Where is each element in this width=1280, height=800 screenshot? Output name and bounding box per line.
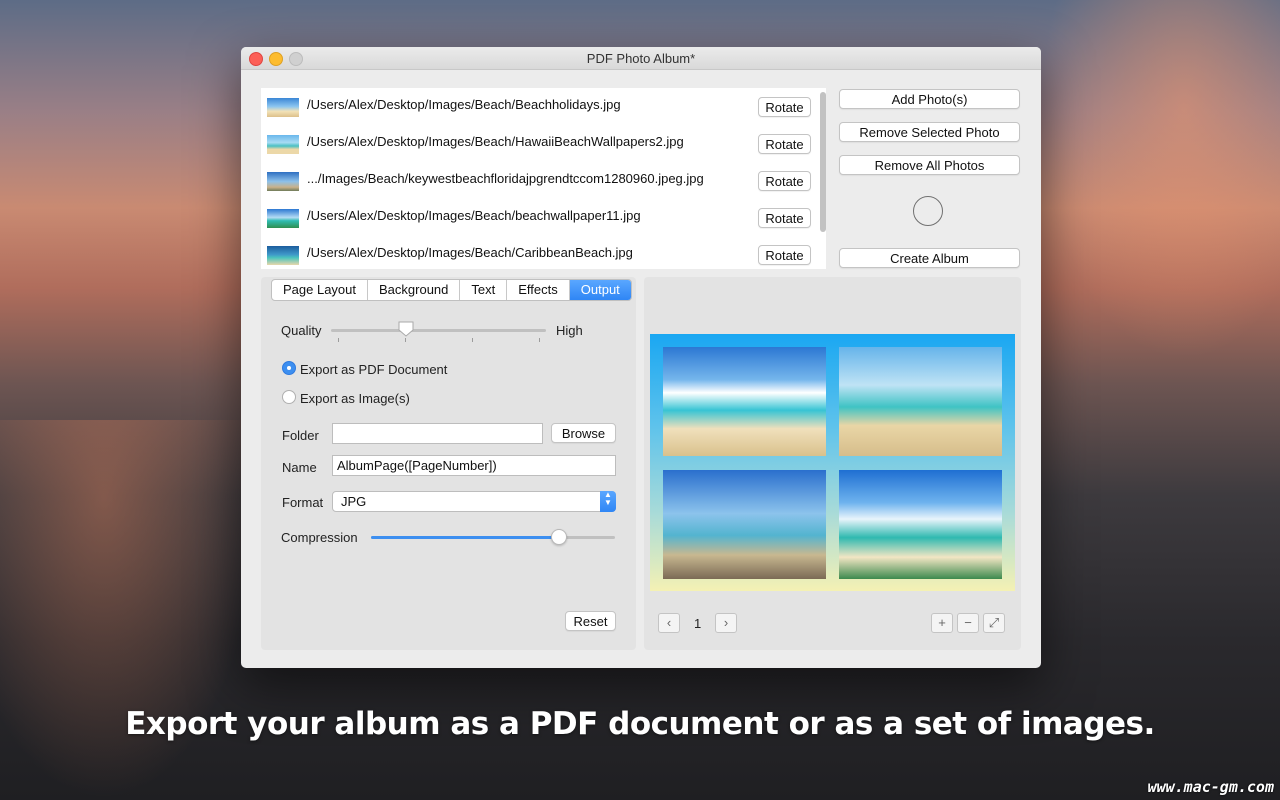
photo-path: /Users/Alex/Desktop/Images/Beach/HawaiiB… xyxy=(307,134,684,149)
photo-list-scrollbar[interactable] xyxy=(820,92,826,232)
photo-row[interactable]: /Users/Alex/Desktop/Images/Beach/Beachho… xyxy=(261,88,826,125)
album-page-preview xyxy=(650,334,1015,591)
reset-button[interactable]: Reset xyxy=(565,611,616,631)
quality-tick xyxy=(539,338,540,342)
export-pdf-radio[interactable] xyxy=(282,361,296,375)
chevron-updown-icon: ▲ ▼ xyxy=(600,491,616,512)
format-select-value: JPG xyxy=(341,494,367,509)
quality-tick xyxy=(405,338,406,342)
name-label: Name xyxy=(282,460,317,475)
folder-input[interactable] xyxy=(332,423,543,444)
photo-path: .../Images/Beach/keywestbeachfloridajpgr… xyxy=(307,171,704,186)
marketing-caption: Export your album as a PDF document or a… xyxy=(125,706,1155,742)
minus-icon[interactable]: − xyxy=(957,613,979,633)
remove-selected-photo-button[interactable]: Remove Selected Photo xyxy=(839,122,1020,142)
create-album-button[interactable]: Create Album xyxy=(839,248,1020,268)
rotate-button[interactable]: Rotate xyxy=(758,245,811,265)
options-tabs: Page Layout Background Text Effects Outp… xyxy=(271,279,632,301)
remove-all-photos-button[interactable]: Remove All Photos xyxy=(839,155,1020,175)
preview-photo xyxy=(663,347,826,456)
quality-tick xyxy=(338,338,339,342)
tab-page-layout[interactable]: Page Layout xyxy=(272,280,369,300)
quality-slider[interactable] xyxy=(331,329,546,332)
photo-path: /Users/Alex/Desktop/Images/Beach/beachwa… xyxy=(307,208,641,223)
chevron-left-icon[interactable]: ‹ xyxy=(658,613,680,633)
photo-row[interactable]: /Users/Alex/Desktop/Images/Beach/HawaiiB… xyxy=(261,125,826,162)
name-input[interactable]: AlbumPage([PageNumber]) xyxy=(332,455,616,476)
quality-slider-knob[interactable] xyxy=(398,321,414,337)
photo-row[interactable]: .../Images/Beach/keywestbeachfloridajpgr… xyxy=(261,162,826,199)
rotate-button[interactable]: Rotate xyxy=(758,97,811,117)
album-preview-panel: ‹ 1 › + − ⤢ xyxy=(644,277,1021,650)
add-photos-button[interactable]: Add Photo(s) xyxy=(839,89,1020,109)
tab-output[interactable]: Output xyxy=(569,280,631,300)
export-pdf-label[interactable]: Export as PDF Document xyxy=(300,362,447,377)
title-bar: PDF Photo Album* xyxy=(241,47,1041,70)
page-number: 1 xyxy=(694,616,702,631)
preview-photo xyxy=(839,347,1002,456)
preview-photo xyxy=(839,470,1002,579)
folder-label: Folder xyxy=(282,428,319,443)
tab-text[interactable]: Text xyxy=(460,280,508,300)
photo-thumbnail xyxy=(267,246,299,265)
wallpaper-glow xyxy=(1040,0,1280,360)
photo-thumbnail xyxy=(267,98,299,117)
rotate-button[interactable]: Rotate xyxy=(758,208,811,228)
watermark: www.mac-gm.com xyxy=(1147,778,1274,796)
compression-slider-knob[interactable] xyxy=(550,529,567,545)
tab-background[interactable]: Background xyxy=(368,280,461,300)
compression-slider-fill xyxy=(371,536,559,539)
expand-icon[interactable]: ⤢ xyxy=(983,613,1005,633)
photo-thumbnail xyxy=(267,172,299,191)
window-title: PDF Photo Album* xyxy=(586,51,696,66)
rotate-button[interactable]: Rotate xyxy=(758,171,811,191)
export-images-label[interactable]: Export as Image(s) xyxy=(300,391,410,406)
preview-photo xyxy=(663,470,826,579)
browse-button[interactable]: Browse xyxy=(551,423,616,443)
format-select[interactable]: JPG ▲ ▼ xyxy=(332,491,616,512)
photo-list[interactable]: /Users/Alex/Desktop/Images/Beach/Beachho… xyxy=(261,88,826,269)
photo-path: /Users/Alex/Desktop/Images/Beach/Caribbe… xyxy=(307,245,633,260)
chevron-right-icon[interactable]: › xyxy=(715,613,737,633)
quality-high-label: High xyxy=(556,323,583,338)
photo-thumbnail xyxy=(267,135,299,154)
format-label: Format xyxy=(282,495,324,510)
quality-tick xyxy=(472,338,473,342)
compression-label: Compression xyxy=(281,530,358,545)
photo-row[interactable]: /Users/Alex/Desktop/Images/Beach/Caribbe… xyxy=(261,236,826,269)
app-window: PDF Photo Album* /Users/Alex/Desktop/Ima… xyxy=(241,47,1041,668)
photo-row[interactable]: /Users/Alex/Desktop/Images/Beach/beachwa… xyxy=(261,199,826,236)
photo-thumbnail xyxy=(267,209,299,228)
tab-effects[interactable]: Effects xyxy=(507,280,570,300)
wallpaper-mountain xyxy=(0,420,260,800)
rotate-button[interactable]: Rotate xyxy=(758,134,811,154)
progress-indicator-icon xyxy=(913,196,943,226)
options-panel: Page Layout Background Text Effects Outp… xyxy=(261,277,636,650)
export-images-radio[interactable] xyxy=(282,390,296,404)
plus-icon[interactable]: + xyxy=(931,613,953,633)
quality-label: Quality xyxy=(281,323,322,338)
photo-path: /Users/Alex/Desktop/Images/Beach/Beachho… xyxy=(307,97,621,112)
